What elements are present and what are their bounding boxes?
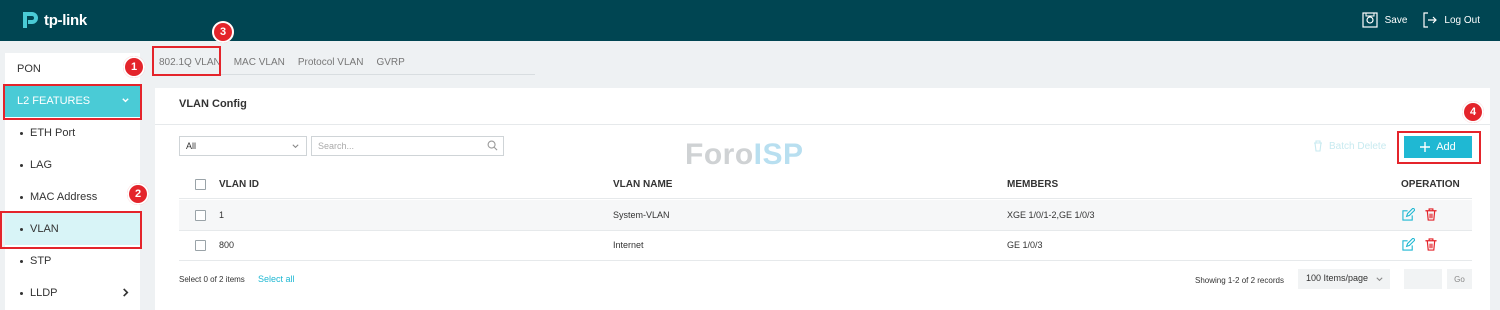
chevron-right-icon [123,288,129,297]
tab-protocol-vlan[interactable]: Protocol VLAN [298,57,364,73]
highlight-box-8021q-tab [152,46,221,76]
watermark-foro: Foro [685,138,754,171]
foroisp-watermark: ForoISP [685,138,804,172]
filter-select-value: All [186,141,197,151]
edit-icon[interactable] [1402,238,1415,251]
logout-label: Log Out [1444,14,1480,26]
bullet-icon [20,195,23,199]
records-summary: Showing 1-2 of 2 records [1195,276,1284,285]
logout-button[interactable]: Log Out [1423,12,1480,28]
row-checkbox[interactable] [195,240,206,251]
brand-name: tp-link [44,11,87,29]
row-checkbox[interactable] [195,210,206,221]
chevron-down-icon [1376,277,1383,282]
tab-gvrp[interactable]: GVRP [376,57,404,73]
items-per-page-value: 100 Items/page [1306,273,1369,283]
divider [155,124,1490,125]
edit-icon[interactable] [1402,208,1415,221]
table-header: VLAN ID VLAN NAME MEMBERS OPERATION [179,169,1472,199]
sidebar-item-label: LAG [30,159,53,171]
delete-icon[interactable] [1425,208,1437,221]
go-button[interactable]: Go [1447,269,1472,289]
sidebar-item-mac-address[interactable]: MAC Address [5,181,140,213]
table-row: 800 Internet GE 1/0/3 [179,230,1472,260]
sidebar-item-label: LLDP [30,287,58,299]
sidebar-item-label: STP [30,255,52,267]
page-number-input[interactable] [1404,269,1442,289]
batch-delete-label: Batch Delete [1329,140,1387,152]
sidebar-item-lldp[interactable]: LLDP [5,277,140,309]
members-cell: XGE 1/0/1-2,GE 1/0/3 [1007,210,1095,220]
vlan-config-panel: VLAN Config All Search... ForoISP Batch … [155,88,1490,310]
highlight-box-add [1397,131,1481,164]
trash-icon [1314,140,1322,152]
vlan-name-cell: System-VLAN [613,210,670,220]
bullet-icon [20,131,23,135]
column-header-members[interactable]: MEMBERS [1007,179,1058,190]
members-cell: GE 1/0/3 [1007,240,1043,250]
bullet-icon [20,291,23,295]
panel-title: VLAN Config [179,98,247,110]
search-icon[interactable] [487,140,498,151]
annotation-badge-4: 4 [1462,101,1484,123]
select-all-link[interactable]: Select all [258,274,295,284]
selection-count: Select 0 of 2 items [179,275,245,284]
select-all-checkbox[interactable] [195,179,206,190]
sidebar-item-label: MAC Address [30,191,98,203]
sidebar-item-lag[interactable]: LAG [5,149,140,181]
search-input[interactable]: Search... [311,136,504,156]
logout-icon [1423,12,1438,28]
annotation-badge-3: 3 [212,21,234,43]
search-placeholder: Search... [318,141,355,151]
annotation-badge-1: 1 [123,56,145,78]
sidebar-item-label: PON [17,63,41,75]
sidebar-item-stp[interactable]: STP [5,245,140,277]
bullet-icon [20,259,23,263]
save-button[interactable]: Save [1362,12,1408,28]
sidebar-item-label: ETH Port [30,127,76,139]
save-icon [1362,12,1378,28]
vlan-id-cell: 1 [219,210,225,220]
annotation-badge-2: 2 [127,183,149,205]
watermark-isp: ISP [753,138,804,171]
save-label: Save [1384,14,1408,26]
tp-link-logo[interactable]: tp-link [20,10,87,30]
tab-mac-vlan[interactable]: MAC VLAN [234,57,285,73]
column-header-vlan-name[interactable]: VLAN NAME [613,179,672,190]
batch-delete-button[interactable]: Batch Delete [1313,140,1386,152]
column-header-vlan-id[interactable]: VLAN ID [219,179,259,190]
highlight-box-l2-features [3,84,142,120]
column-header-operation: OPERATION [1401,179,1460,190]
sidebar-item-eth-port[interactable]: ETH Port [5,117,140,149]
chevron-down-icon [292,144,299,149]
sidebar-item-pon[interactable]: PON [5,53,140,85]
vlan-name-cell: Internet [613,240,644,250]
tp-link-logo-icon [23,12,38,28]
vlan-id-cell: 800 [219,240,235,250]
bullet-icon [20,163,23,167]
delete-icon[interactable] [1425,238,1437,251]
row-divider [179,260,1472,261]
filter-select[interactable]: All [179,136,307,156]
items-per-page-select[interactable]: 100 Items/page [1298,269,1390,289]
table-row: 1 System-VLAN XGE 1/0/1-2,GE 1/0/3 [179,200,1472,230]
highlight-box-vlan [0,211,142,249]
